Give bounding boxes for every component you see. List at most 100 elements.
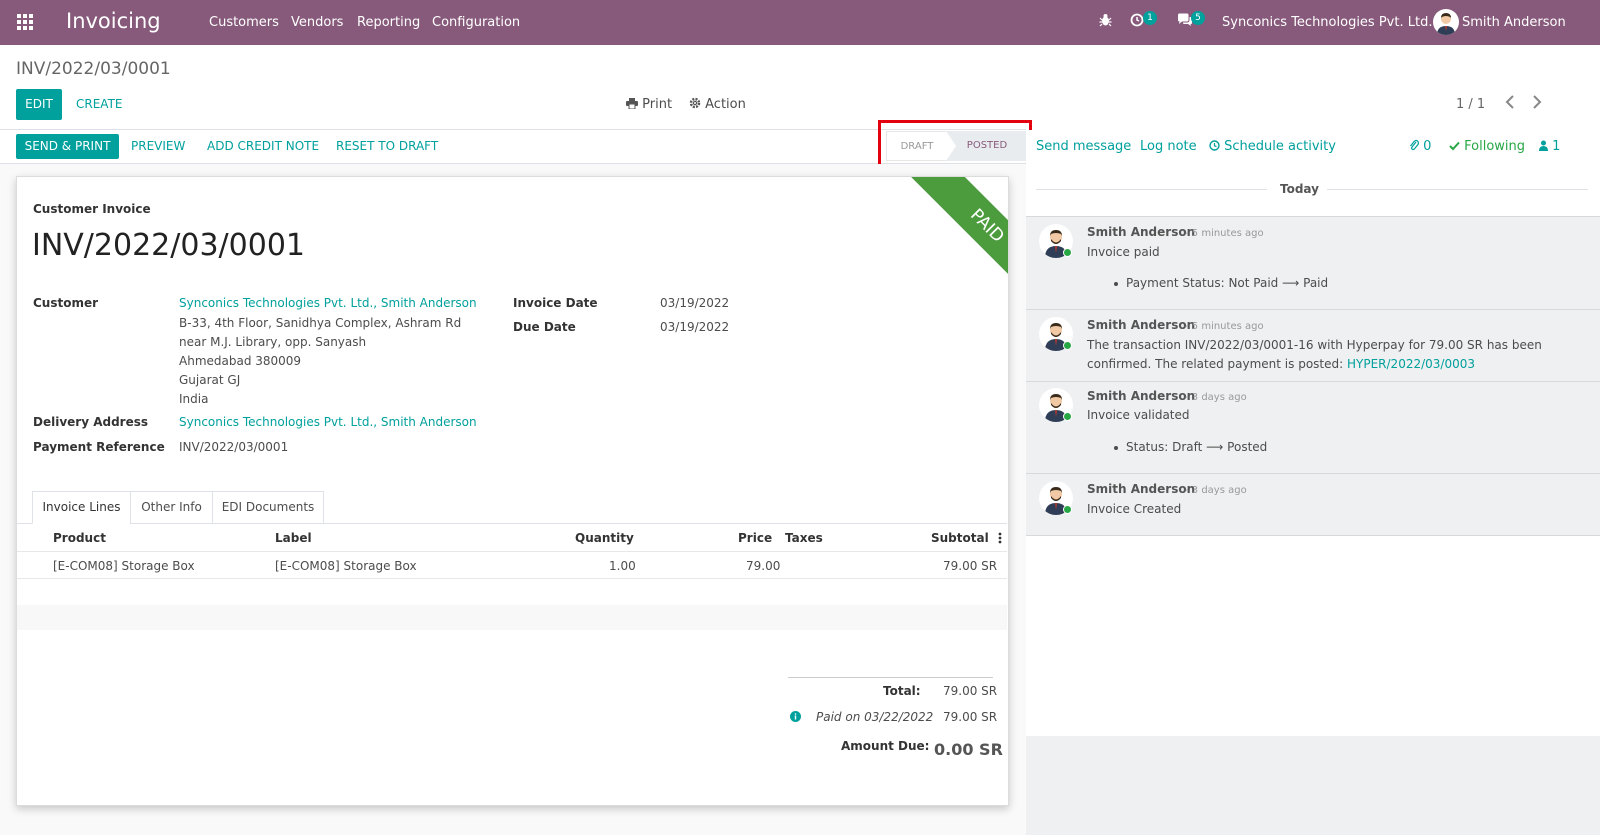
message-time: - 5 minutes ago xyxy=(1185,321,1264,332)
row-separator xyxy=(17,578,1007,579)
invoice-date-value: 03/19/2022 xyxy=(660,296,730,310)
amount-due-value: 0.00 SR xyxy=(934,740,1003,759)
bug-icon[interactable] xyxy=(1099,13,1112,31)
print-icon xyxy=(626,97,642,112)
row-product[interactable]: [E-COM08] Storage Box xyxy=(53,559,195,573)
clock-icon xyxy=(1209,139,1224,154)
pager-next-icon[interactable] xyxy=(1532,95,1542,113)
followers-button[interactable]: 1 xyxy=(1539,139,1560,154)
pager-value[interactable]: 1 / 1 xyxy=(1456,97,1485,112)
tab-edi-documents[interactable]: EDI Documents xyxy=(212,491,324,524)
row-subtotal[interactable]: 79.00 SR xyxy=(943,559,997,573)
empty-row xyxy=(17,605,1007,630)
print-menu[interactable]: Print xyxy=(626,97,672,112)
chatter-bottom xyxy=(1026,736,1600,835)
reset-to-draft-button[interactable]: RESET TO DRAFT xyxy=(336,139,438,153)
info-icon[interactable] xyxy=(790,711,801,726)
paid-ribbon: PAID xyxy=(895,177,1008,318)
row-quantity[interactable]: 1.00 xyxy=(609,559,636,573)
col-quantity[interactable]: Quantity xyxy=(575,531,634,545)
following-label: Following xyxy=(1464,139,1526,154)
message-time: - 5 minutes ago xyxy=(1185,228,1264,239)
amount-due-label: Amount Due: xyxy=(841,739,930,753)
activity-count-badge: 1 xyxy=(1143,11,1157,25)
message-body: Invoice paid xyxy=(1087,245,1160,259)
attachments-count: 0 xyxy=(1423,139,1432,154)
check-icon xyxy=(1449,139,1464,154)
address-line-2: near M.J. Library, opp. Sanyash xyxy=(179,335,367,349)
total-value: 79.00 SR xyxy=(943,684,998,698)
menu-vendors[interactable]: Vendors xyxy=(291,15,343,30)
company-switcher[interactable]: Synconics Technologies Pvt. Ltd. xyxy=(1222,15,1432,30)
total-label: Total: xyxy=(883,684,921,698)
address-line-5: India xyxy=(179,392,209,406)
tab-invoice-lines[interactable]: Invoice Lines xyxy=(32,491,131,524)
col-label[interactable]: Label xyxy=(275,531,312,545)
action-menu[interactable]: Action xyxy=(689,97,746,112)
paid-on-label: Paid on 03/22/2022 xyxy=(816,710,934,724)
send-message-button[interactable]: Send message xyxy=(1036,139,1131,154)
due-date-value: 03/19/2022 xyxy=(660,320,730,334)
header-separator xyxy=(17,551,1007,552)
delivery-address-link[interactable]: Synconics Technologies Pvt. Ltd., Smith … xyxy=(179,415,477,429)
edit-button[interactable]: EDIT xyxy=(16,89,62,120)
apps-menu-icon[interactable] xyxy=(17,14,33,30)
tracking-value: Status: Draft ⟶ Posted xyxy=(1126,440,1268,454)
bullet-dot xyxy=(1114,282,1118,286)
menu-reporting[interactable]: Reporting xyxy=(357,15,420,30)
message-body-text: confirmed. The related payment is posted… xyxy=(1087,357,1344,371)
message-author[interactable]: Smith Anderson xyxy=(1087,482,1195,496)
col-taxes[interactable]: Taxes xyxy=(785,531,823,545)
row-label[interactable]: [E-COM08] Storage Box xyxy=(275,559,417,573)
col-product[interactable]: Product xyxy=(53,531,106,545)
col-subtotal[interactable]: Subtotal xyxy=(931,531,989,545)
user-avatar[interactable] xyxy=(1433,9,1459,35)
message-body-line-2: confirmed. The related payment is posted… xyxy=(1087,357,1475,371)
menu-customers[interactable]: Customers xyxy=(209,15,279,30)
tab-other-info[interactable]: Other Info xyxy=(130,491,213,524)
tracking-value: Payment Status: Not Paid ⟶ Paid xyxy=(1126,276,1329,290)
online-status-dot xyxy=(1063,248,1072,257)
column-options-icon[interactable] xyxy=(998,531,1002,549)
following-button[interactable]: Following xyxy=(1449,139,1525,154)
menu-configuration[interactable]: Configuration xyxy=(432,15,520,30)
row-price[interactable]: 79.00 xyxy=(746,559,780,573)
online-status-dot xyxy=(1063,412,1072,421)
payment-link[interactable]: HYPER/2022/03/0003 xyxy=(1347,357,1475,371)
schedule-activity-button[interactable]: Schedule activity xyxy=(1209,139,1336,154)
message-body: Invoice Created xyxy=(1087,502,1182,516)
user-icon xyxy=(1539,139,1552,154)
invoice-type-label: Customer Invoice xyxy=(33,202,151,216)
bullet-dot xyxy=(1114,446,1118,450)
customer-link[interactable]: Synconics Technologies Pvt. Ltd., Smith … xyxy=(179,296,477,310)
schedule-activity-label: Schedule activity xyxy=(1224,139,1336,154)
address-line-1: B-33, 4th Floor, Sanidhya Complex, Ashra… xyxy=(179,316,462,330)
send-print-button[interactable]: SEND & PRINT xyxy=(16,134,119,159)
message-author[interactable]: Smith Anderson xyxy=(1087,389,1195,403)
payment-reference-value: INV/2022/03/0001 xyxy=(179,440,289,454)
online-status-dot xyxy=(1063,341,1072,350)
activity-clock-icon[interactable] xyxy=(1130,13,1144,31)
col-price[interactable]: Price xyxy=(738,531,772,545)
message-time: - 3 days ago xyxy=(1185,485,1247,496)
action-label: Action xyxy=(705,97,746,112)
pager-previous-icon[interactable] xyxy=(1505,95,1515,113)
today-divider-right xyxy=(1327,189,1588,190)
attachments-button[interactable]: 0 xyxy=(1409,139,1431,154)
message-author[interactable]: Smith Anderson xyxy=(1087,225,1195,239)
add-credit-note-button[interactable]: ADD CREDIT NOTE xyxy=(207,139,319,153)
today-divider-left xyxy=(1036,189,1267,190)
user-menu[interactable]: Smith Anderson xyxy=(1462,15,1566,30)
message-author[interactable]: Smith Anderson xyxy=(1087,318,1195,332)
address-line-4: Gujarat GJ xyxy=(179,373,241,387)
today-separator: Today xyxy=(1280,182,1319,196)
paid-value: 79.00 SR xyxy=(943,710,998,724)
create-button[interactable]: CREATE xyxy=(76,97,123,111)
breadcrumb: INV/2022/03/0001 xyxy=(16,59,171,79)
log-note-button[interactable]: Log note xyxy=(1140,139,1197,154)
message-body-line-1: The transaction INV/2022/03/0001-16 with… xyxy=(1087,338,1542,352)
app-title[interactable]: Invoicing xyxy=(66,9,161,33)
top-navbar: Invoicing Customers Vendors Reporting Co… xyxy=(0,0,1600,45)
preview-button[interactable]: PREVIEW xyxy=(131,139,185,153)
gear-icon xyxy=(689,97,705,112)
